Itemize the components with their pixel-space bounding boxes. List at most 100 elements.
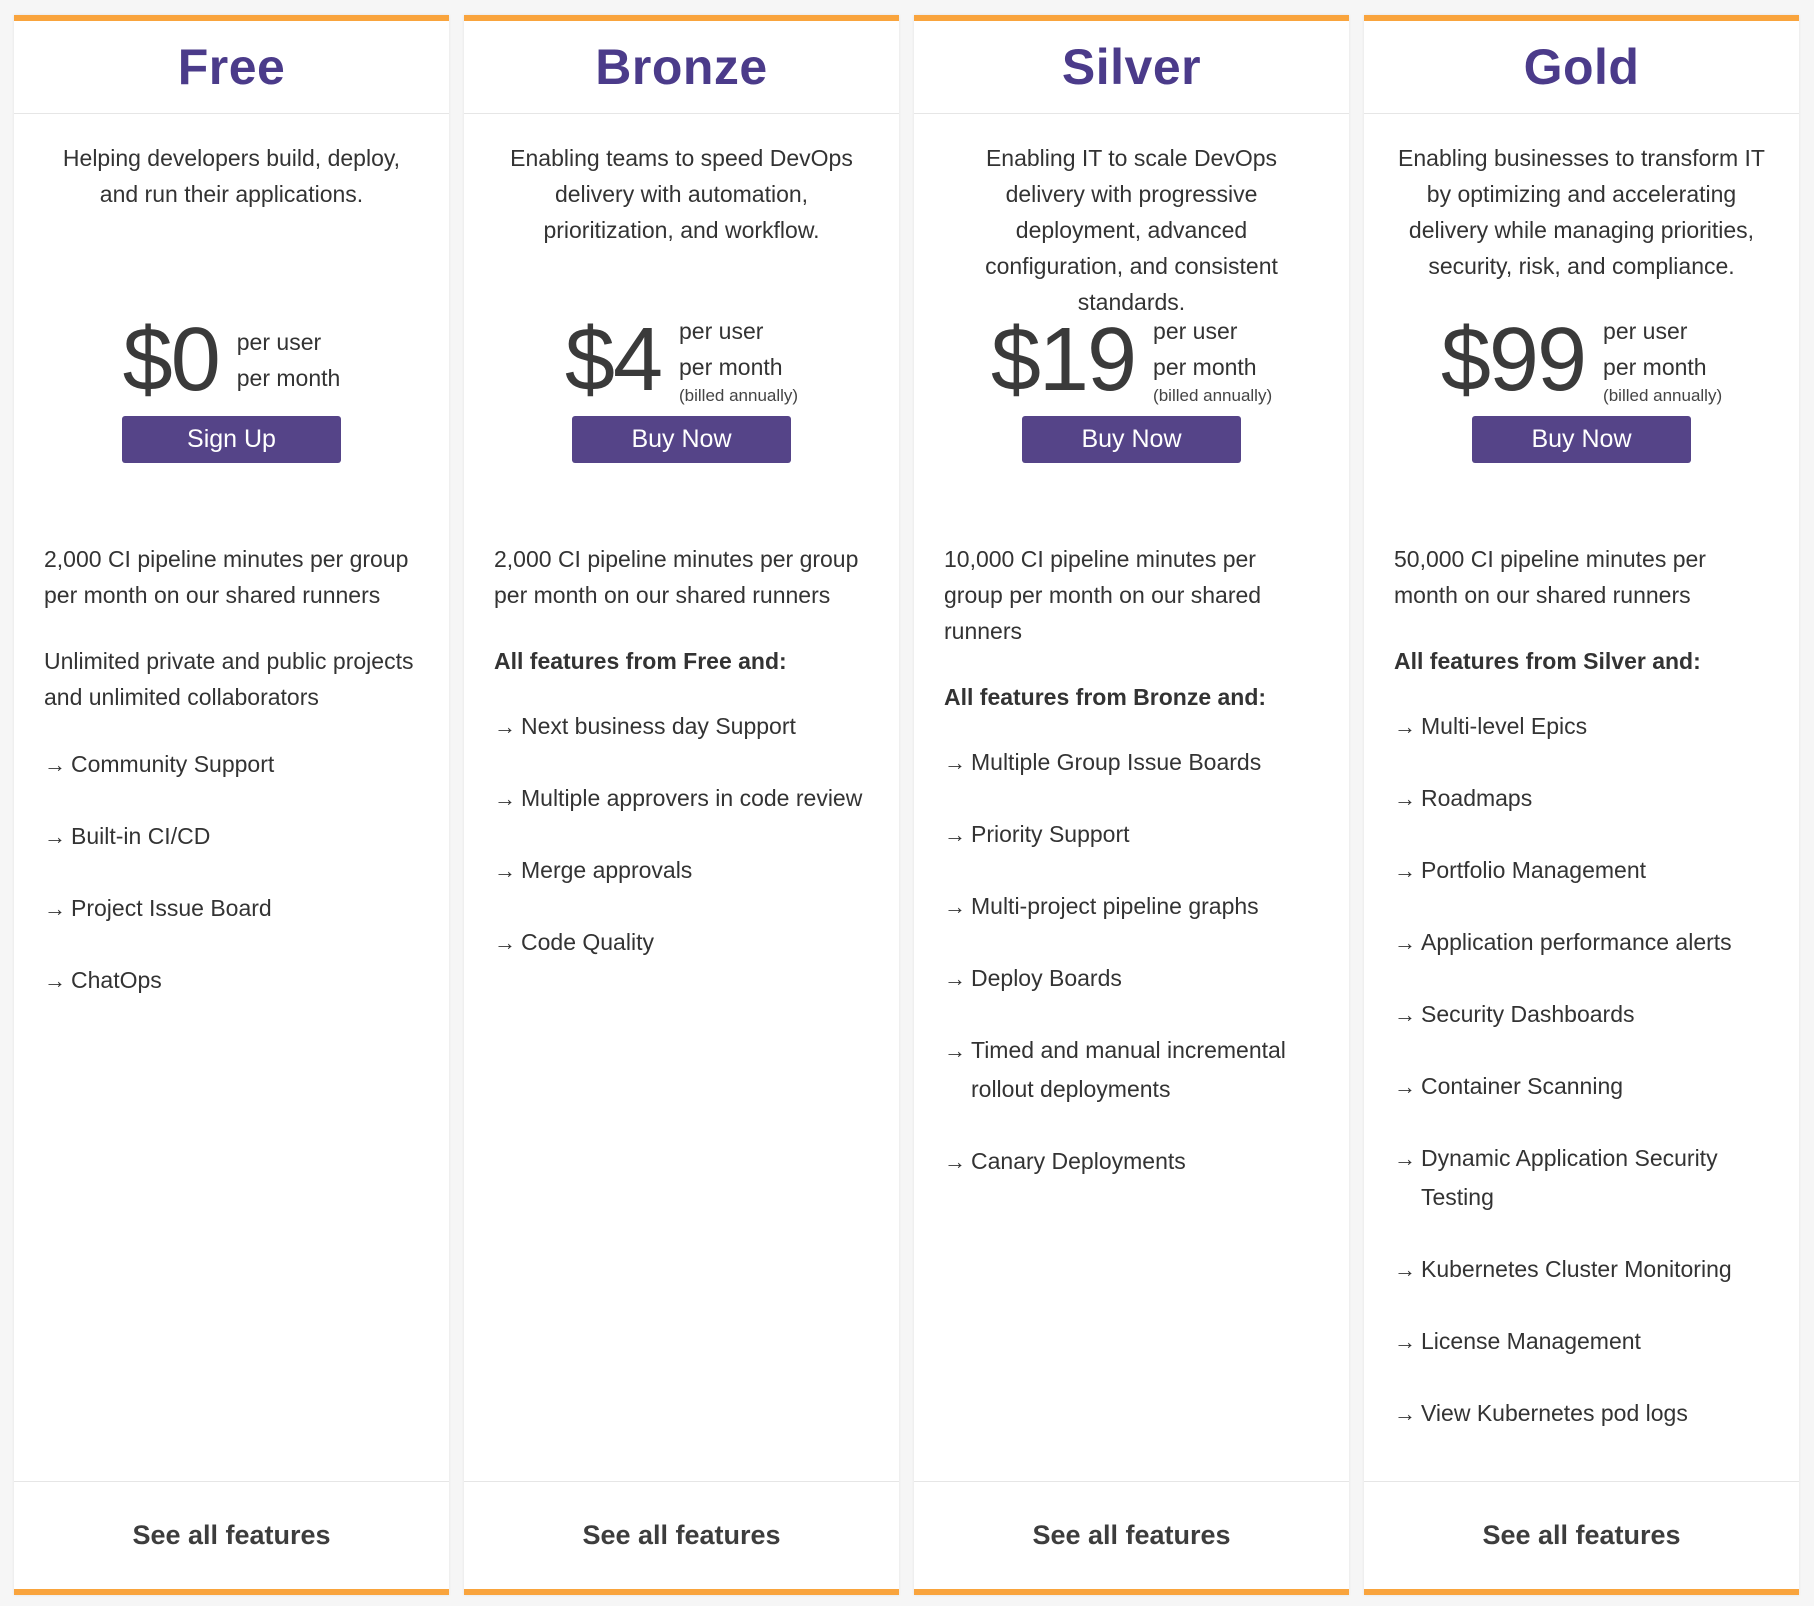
cta-button[interactable]: Buy Now	[1472, 416, 1691, 463]
price-meta: per user per month (billed annually)	[679, 313, 798, 407]
plan-paragraph: 2,000 CI pipeline minutes per group per …	[494, 546, 859, 608]
plan-footer: See all features	[1364, 1481, 1799, 1589]
feature-item: → ChatOps	[44, 961, 419, 1000]
plan-description: Enabling teams to speed DevOps delivery …	[510, 145, 853, 243]
price-amount: $19	[990, 309, 1137, 410]
cta-button[interactable]: Buy Now	[572, 416, 791, 463]
includes-heading: All features from Free and:	[494, 648, 787, 674]
plan-body: 50,000 CI pipeline minutes per month on …	[1364, 541, 1799, 1481]
plan-card-gold: Gold Enabling businesses to transform IT…	[1364, 15, 1799, 1595]
plan-paragraphs: 2,000 CI pipeline minutes per group per …	[494, 541, 869, 613]
plan-footer: See all features	[464, 1481, 899, 1589]
feature-label: Security Dashboards	[1421, 1001, 1635, 1027]
price-amount: $99	[1440, 309, 1587, 410]
price-meta: per user per month (billed annually)	[1603, 313, 1722, 407]
plan-header: Free	[14, 21, 449, 114]
feature-label: Merge approvals	[521, 857, 693, 883]
price-per-month: per month	[236, 365, 341, 391]
feature-item: → Multiple approvers in code review	[494, 779, 869, 818]
plan-paragraph: 2,000 CI pipeline minutes per group per …	[44, 546, 409, 608]
cta-wrap: Buy Now	[464, 416, 899, 463]
plan-card-silver: Silver Enabling IT to scale DevOps deliv…	[914, 15, 1349, 1595]
arrow-right-icon: →	[944, 1038, 966, 1063]
see-all-features-link[interactable]: See all features	[582, 1520, 780, 1551]
plan-footer: See all features	[14, 1481, 449, 1589]
includes-heading: All features from Silver and:	[1394, 648, 1701, 674]
plan-body: 10,000 CI pipeline minutes per group per…	[914, 541, 1349, 1481]
plan-body: 2,000 CI pipeline minutes per group per …	[14, 541, 449, 1481]
plan-description: Enabling IT to scale DevOps delivery wit…	[985, 145, 1278, 315]
cta-button[interactable]: Buy Now	[1022, 416, 1241, 463]
see-all-features-link[interactable]: See all features	[1482, 1520, 1680, 1551]
feature-label: Kubernetes Cluster Monitoring	[1421, 1256, 1732, 1282]
price-per-user: per user	[1153, 318, 1238, 344]
arrow-right-icon: →	[1394, 1002, 1416, 1027]
arrow-right-icon: →	[1394, 1329, 1416, 1354]
feature-item: → Project Issue Board	[44, 889, 419, 928]
price-per-month: per month	[679, 354, 783, 380]
feature-label: Deploy Boards	[971, 965, 1122, 991]
feature-item: → View Kubernetes pod logs	[1394, 1394, 1769, 1433]
feature-label: Portfolio Management	[1421, 857, 1647, 883]
price-billed-note: (billed annually)	[1603, 386, 1723, 405]
see-all-features-link[interactable]: See all features	[132, 1520, 330, 1551]
arrow-right-icon: →	[1394, 1401, 1416, 1426]
feature-item: → Built-in CI/CD	[44, 817, 419, 856]
plan-name: Bronze	[595, 39, 768, 95]
plan-description: Enabling businesses to transform IT by o…	[1398, 145, 1765, 279]
feature-list: → Next business day Support → Multiple appr…	[494, 707, 869, 962]
feature-item: → Code Quality	[494, 923, 869, 962]
cta-wrap: Sign Up	[14, 416, 449, 463]
plan-card-bronze: Bronze Enabling teams to speed DevOps de…	[464, 15, 899, 1595]
price-meta: per user per month	[237, 324, 341, 396]
arrow-right-icon: →	[494, 786, 516, 811]
arrow-right-icon: →	[944, 822, 966, 847]
feature-label: Priority Support	[971, 821, 1130, 847]
arrow-right-icon: →	[44, 968, 66, 993]
plan-paragraph: 50,000 CI pipeline minutes per month on …	[1394, 546, 1706, 608]
feature-item: → Portfolio Management	[1394, 851, 1769, 890]
feature-label: ChatOps	[71, 967, 162, 993]
price-meta: per user per month (billed annually)	[1153, 313, 1272, 407]
price-amount: $4	[564, 309, 663, 410]
plan-name: Gold	[1523, 39, 1640, 95]
see-all-features-link[interactable]: See all features	[1032, 1520, 1230, 1551]
cta-button[interactable]: Sign Up	[122, 416, 341, 463]
feature-item: → Community Support	[44, 745, 419, 784]
feature-list: → Multiple Group Issue Boards → Priority Su…	[944, 743, 1319, 1181]
price-per-month: per month	[1603, 354, 1707, 380]
feature-label: Multiple approvers in code review	[521, 785, 863, 811]
arrow-right-icon: →	[944, 750, 966, 775]
arrow-right-icon: →	[44, 824, 66, 849]
price-row: $4 per user per month (billed annually)	[464, 304, 899, 416]
feature-label: Dynamic Application Security Testing	[1421, 1145, 1718, 1210]
arrow-right-icon: →	[1394, 786, 1416, 811]
feature-label: Built-in CI/CD	[71, 823, 211, 849]
plan-body: 2,000 CI pipeline minutes per group per …	[464, 541, 899, 1481]
feature-list: → Community Support → Built-in CI/CD → Projec…	[44, 745, 419, 1000]
plan-header: Bronze	[464, 21, 899, 114]
feature-label: Multiple Group Issue Boards	[971, 749, 1262, 775]
plan-footer: See all features	[914, 1481, 1349, 1589]
feature-label: Next business day Support	[521, 713, 796, 739]
plan-header: Gold	[1364, 21, 1799, 114]
plan-paragraphs: 50,000 CI pipeline minutes per month on …	[1394, 541, 1769, 613]
arrow-right-icon: →	[44, 896, 66, 921]
feature-label: Application performance alerts	[1421, 929, 1732, 955]
feature-item: → License Management	[1394, 1322, 1769, 1361]
feature-label: Multi-project pipeline graphs	[971, 893, 1259, 919]
arrow-right-icon: →	[1394, 714, 1416, 739]
plan-paragraphs: 10,000 CI pipeline minutes per group per…	[944, 541, 1319, 649]
price-per-user: per user	[1603, 318, 1688, 344]
feature-item: → Security Dashboards	[1394, 995, 1769, 1034]
price-row: $0 per user per month	[14, 304, 449, 416]
cta-wrap: Buy Now	[914, 416, 1349, 463]
price-row: $99 per user per month (billed annually)	[1364, 304, 1799, 416]
cta-wrap: Buy Now	[1364, 416, 1799, 463]
feature-item: → Deploy Boards	[944, 959, 1319, 998]
includes-heading: All features from Bronze and:	[944, 684, 1267, 710]
arrow-right-icon: →	[494, 858, 516, 883]
arrow-right-icon: →	[1394, 858, 1416, 883]
feature-label: Multi-level Epics	[1421, 713, 1588, 739]
arrow-right-icon: →	[944, 894, 966, 919]
